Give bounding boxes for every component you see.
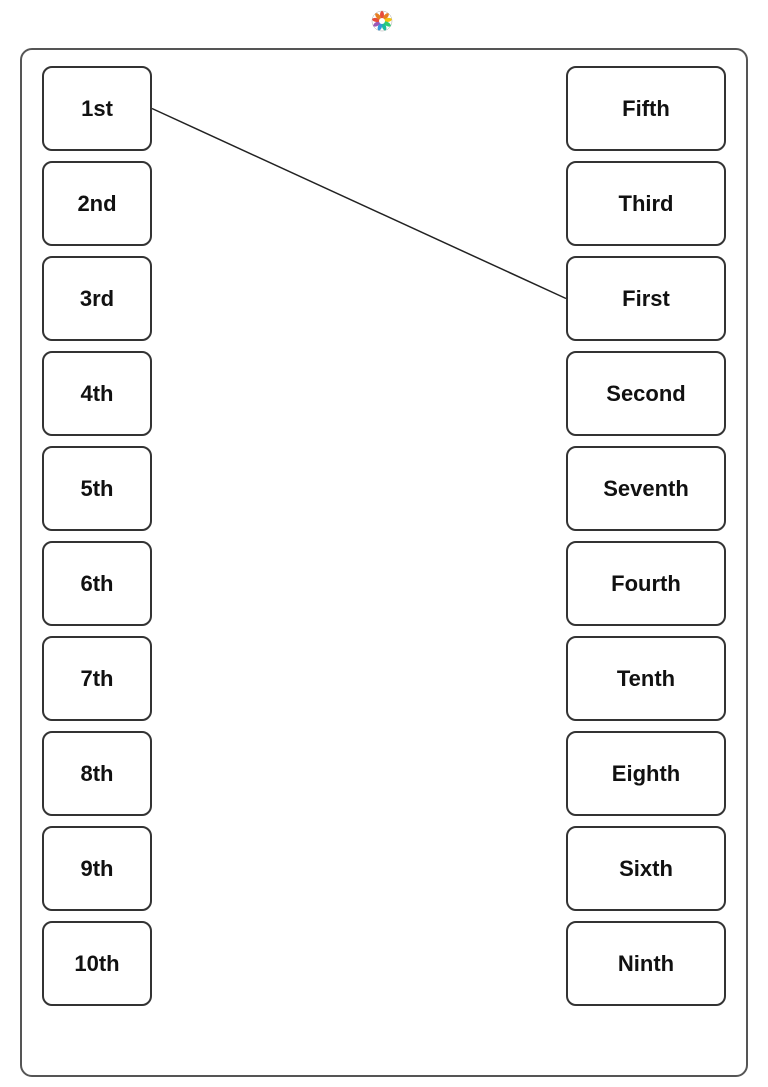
word-box-fourth[interactable]: Fourth [566,541,726,626]
number-box-5th[interactable]: 5th [42,446,152,531]
worksheet-header [20,10,748,40]
number-box-4th[interactable]: 4th [42,351,152,436]
word-box-ninth[interactable]: Ninth [566,921,726,1006]
right-column: Fifth Third First Second Seventh Fourth Tenth E… [566,66,726,1006]
number-box-2nd[interactable]: 2nd [42,161,152,246]
match-line-1st-first [152,109,566,299]
number-box-10th[interactable]: 10th [42,921,152,1006]
number-box-6th[interactable]: 6th [42,541,152,626]
number-box-3rd[interactable]: 3rd [42,256,152,341]
columns-wrapper: 1st 2nd 3rd 4th 5th 6th 7th 8th 9th 10th Fifth Thi… [42,66,726,1006]
logo-row [371,10,397,32]
word-box-sixth[interactable]: Sixth [566,826,726,911]
number-box-7th[interactable]: 7th [42,636,152,721]
number-box-9th[interactable]: 9th [42,826,152,911]
left-column: 1st 2nd 3rd 4th 5th 6th 7th 8th 9th 10th [42,66,152,1006]
word-box-tenth[interactable]: Tenth [566,636,726,721]
word-box-first[interactable]: First [566,256,726,341]
number-box-8th[interactable]: 8th [42,731,152,816]
word-box-fifth[interactable]: Fifth [566,66,726,151]
number-box-1st[interactable]: 1st [42,66,152,151]
logo-icon [371,10,393,32]
word-box-second[interactable]: Second [566,351,726,436]
word-box-seventh[interactable]: Seventh [566,446,726,531]
word-box-eighth[interactable]: Eighth [566,731,726,816]
word-box-third[interactable]: Third [566,161,726,246]
worksheet-area: 1st 2nd 3rd 4th 5th 6th 7th 8th 9th 10th Fifth Thi… [20,48,748,1077]
